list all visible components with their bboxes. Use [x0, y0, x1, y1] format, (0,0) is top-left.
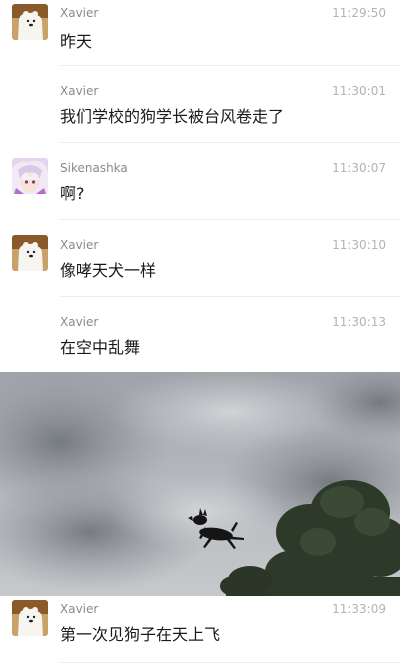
sender-name: Xavier — [60, 6, 99, 20]
flying-dog-photo[interactable] — [0, 372, 400, 596]
chat-history: Xavier 11:29:50 昨天 Xavier 11:30:01 我们学校的… — [0, 0, 400, 672]
message-time: 11:30:10 — [332, 238, 386, 252]
message-item[interactable]: Xavier 11:30:01 我们学校的狗学长被台风卷走了 — [0, 66, 400, 143]
message-item[interactable]: Sikenashka 11:30:07 啊? — [0, 143, 400, 220]
message-text: 第一次见狗子在天上飞 — [60, 625, 221, 644]
sender-name: Xavier — [60, 315, 99, 329]
polar-bear-avatar[interactable] — [12, 600, 48, 636]
message-item[interactable]: Xavier 11:33:09 第一次见狗子在天上飞 — [0, 596, 400, 672]
message-text: 啊? — [60, 184, 85, 203]
message-item[interactable]: Xavier 11:29:50 昨天 — [0, 0, 400, 66]
divider — [60, 662, 400, 663]
message-text: 我们学校的狗学长被台风卷走了 — [60, 107, 285, 126]
message-time: 11:30:01 — [332, 84, 386, 98]
sender-name: Sikenashka — [60, 161, 128, 175]
polar-bear-avatar[interactable] — [12, 235, 48, 271]
message-item[interactable]: Xavier 11:30:13 在空中乱舞 — [0, 297, 400, 372]
anime-character-avatar[interactable] — [12, 158, 48, 194]
message-text: 在空中乱舞 — [60, 338, 141, 357]
sender-name: Xavier — [60, 238, 99, 252]
message-time: 11:30:07 — [332, 161, 386, 175]
message-text: 像哮天犬一样 — [60, 261, 157, 280]
message-time: 11:30:13 — [332, 315, 386, 329]
polar-bear-avatar[interactable] — [12, 4, 48, 40]
message-item[interactable]: Xavier 11:30:10 像哮天犬一样 — [0, 220, 400, 297]
message-text: 昨天 — [60, 32, 93, 51]
message-time: 11:29:50 — [332, 6, 386, 20]
sender-name: Xavier — [60, 84, 99, 98]
message-time: 11:33:09 — [332, 602, 386, 616]
sender-name: Xavier — [60, 602, 99, 616]
